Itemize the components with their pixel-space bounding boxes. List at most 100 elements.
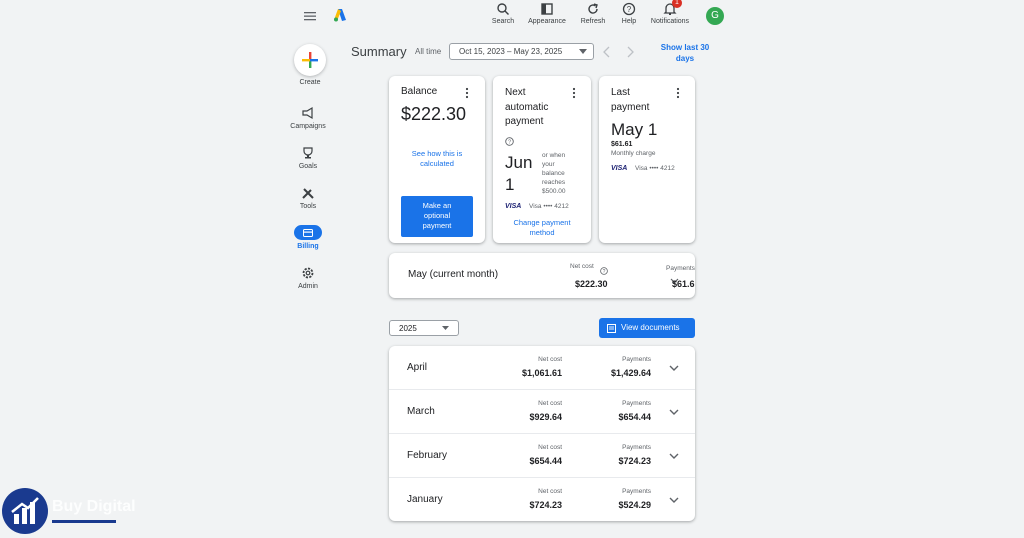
refresh-label: Refresh: [580, 18, 606, 25]
month-name: April: [407, 362, 428, 373]
sidebar-item-admin[interactable]: Admin: [288, 266, 328, 290]
appearance-icon: [540, 2, 554, 16]
payments-value: $524.29: [618, 500, 651, 510]
payments-value: $1,429.64: [610, 368, 651, 378]
last-payment-date: May 1: [611, 120, 658, 139]
sidebar-item-campaigns[interactable]: Campaigns: [288, 106, 328, 130]
help-icon: ?: [622, 2, 636, 16]
next-range-button[interactable]: [626, 45, 634, 63]
payments-value: $654.44: [618, 412, 651, 422]
chevron-down-icon[interactable]: [667, 493, 681, 507]
help-icon[interactable]: ?: [600, 262, 608, 280]
refresh-button[interactable]: Refresh: [578, 2, 608, 25]
sidebar-item-label: Goals: [298, 163, 318, 170]
chevron-down-icon[interactable]: [667, 449, 681, 463]
date-range-select[interactable]: Oct 15, 2023 – May 23, 2025: [449, 43, 594, 60]
sidebar-item-label: Admin: [298, 283, 318, 290]
visa-logo: VISA: [505, 203, 522, 210]
create-button[interactable]: [294, 44, 326, 76]
net-cost-value: $654.44: [529, 456, 562, 466]
range-label: All time: [415, 47, 442, 56]
net-cost-value: $222.30: [575, 279, 608, 289]
payments-label: Payments: [622, 400, 651, 407]
notifications-button[interactable]: 1 Notifications: [646, 0, 694, 25]
month-name: February: [407, 450, 448, 461]
next-payment-date: Jun 1: [505, 153, 533, 194]
watermark-text: Buy Digital: [52, 498, 136, 515]
chevron-left-icon: [603, 46, 610, 58]
page-title: Summary: [351, 44, 407, 59]
make-payment-button[interactable]: Make an optional payment: [401, 196, 473, 237]
see-calculation-link[interactable]: See how this is calculated: [389, 149, 485, 169]
net-cost-label: Net cost: [538, 488, 562, 495]
watermark-logo: [2, 488, 48, 534]
help-label: Help: [621, 18, 637, 25]
watermark-underline: [52, 520, 116, 523]
card-number: Visa •••• 4212: [635, 165, 675, 172]
last-payment-card: Last payment May 1 $61.61 Monthly charge…: [599, 76, 695, 243]
appearance-button[interactable]: Appearance: [526, 2, 568, 25]
megaphone-icon: [301, 106, 315, 120]
avatar[interactable]: G: [706, 7, 724, 25]
more-vert-icon[interactable]: [676, 86, 680, 104]
sidebar-item-tools[interactable]: Tools: [288, 186, 328, 210]
table-row[interactable]: January Net cost $724.23 Payments $524.2…: [389, 478, 695, 521]
net-cost-value: $1,061.61: [521, 368, 562, 378]
svg-text:?: ?: [603, 269, 606, 275]
payments-label: Payments: [622, 488, 651, 495]
prev-range-button[interactable]: [603, 45, 611, 63]
search-label: Search: [491, 18, 515, 25]
create-label: Create: [299, 79, 321, 86]
current-month-label: May (current month): [408, 269, 499, 280]
billing-icon: [294, 225, 322, 240]
chevron-down-icon[interactable]: [667, 405, 681, 419]
months-table: April Net cost $1,061.61 Payments $1,429…: [389, 346, 695, 521]
google-ads-logo[interactable]: [333, 8, 347, 22]
payments-label: Payments: [622, 444, 651, 451]
table-row[interactable]: February Net cost $654.44 Payments $724.…: [389, 434, 695, 478]
plus-icon: [302, 52, 318, 68]
document-icon: [607, 323, 616, 333]
last-payment-type: Monthly charge: [611, 150, 656, 157]
sidebar-item-label: Campaigns: [290, 123, 326, 130]
payments-label: Payments: [622, 356, 651, 363]
notifications-label: Notifications: [650, 18, 690, 25]
year-value: 2025: [399, 324, 417, 333]
current-month-card[interactable]: May (current month) Net cost ? $222.30 P…: [389, 253, 695, 298]
net-cost-label: Net cost: [538, 400, 562, 407]
chevron-down-icon[interactable]: [667, 361, 681, 375]
month-name: March: [407, 406, 435, 417]
menu-icon[interactable]: [304, 10, 316, 22]
threshold-note: or when your balance reaches $500.00: [542, 152, 566, 195]
sidebar-item-goals[interactable]: Goals: [288, 146, 328, 170]
more-vert-icon[interactable]: [572, 86, 576, 104]
sidebar-item-billing[interactable]: Billing: [288, 225, 328, 250]
more-vert-icon[interactable]: [465, 86, 469, 104]
show-last-30-days-link[interactable]: Show last 30 days: [652, 42, 718, 64]
help-button[interactable]: ? Help: [616, 2, 642, 25]
change-payment-method-link[interactable]: Change payment method: [493, 218, 591, 238]
view-documents-button[interactable]: View documents: [599, 318, 695, 338]
svg-text:?: ?: [627, 5, 632, 14]
next-payment-card: Next automatic payment ? Jun 1 or when y…: [493, 76, 591, 243]
sidebar-item-label: Tools: [299, 203, 317, 210]
year-select[interactable]: 2025: [389, 320, 459, 336]
net-cost-label: Net cost: [538, 444, 562, 451]
sidebar-item-label: Billing: [297, 243, 319, 250]
balance-amount: $222.30: [401, 104, 467, 124]
help-icon[interactable]: ?: [505, 133, 514, 151]
table-row[interactable]: April Net cost $1,061.61 Payments $1,429…: [389, 346, 695, 390]
svg-text:?: ?: [508, 140, 511, 146]
table-row[interactable]: March Net cost $929.64 Payments $654.44: [389, 390, 695, 434]
trophy-icon: [301, 146, 315, 160]
month-name: January: [407, 494, 443, 505]
appearance-label: Appearance: [528, 18, 566, 25]
dropdown-arrow-icon: [579, 49, 587, 54]
refresh-icon: [586, 2, 600, 16]
balance-title: Balance: [401, 86, 438, 97]
tools-icon: [301, 186, 315, 200]
net-cost-value: $724.23: [529, 500, 562, 510]
next-payment-title: Next automatic payment: [505, 87, 549, 127]
balance-card: Balance $222.30 See how this is calculat…: [389, 76, 485, 243]
search-button[interactable]: Search: [488, 2, 518, 25]
